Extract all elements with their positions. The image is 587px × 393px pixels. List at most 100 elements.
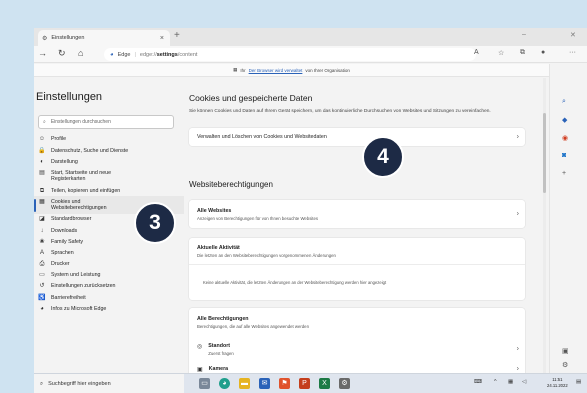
url-prefix: edge:// xyxy=(139,51,157,58)
sidebar-layout-icon[interactable]: ▣ xyxy=(562,347,569,355)
scrollbar[interactable] xyxy=(543,78,546,373)
file-explorer-icon[interactable]: ▬ xyxy=(239,378,250,389)
settings-taskbar-icon[interactable]: ⚙ xyxy=(339,378,350,389)
recent-activity-subtitle: Die letzten an den Websiteberechtigungen… xyxy=(197,252,336,258)
sidebar-item-label: Standardbrowser xyxy=(51,216,92,223)
favorites-icon[interactable]: ☆ xyxy=(498,49,504,57)
excel-icon[interactable]: X xyxy=(319,378,330,389)
clock-date: 24.11.2022 xyxy=(547,383,568,388)
sidebar-item-privacy[interactable]: 🔒 Datenschutz, Suche und Dienste xyxy=(34,145,184,156)
sidebar-item-system[interactable]: ▭ System und Leistung xyxy=(34,270,184,281)
language-icon: A xyxy=(39,249,44,256)
profile-avatar-icon[interactable]: ● xyxy=(541,49,545,56)
reset-icon: ↺ xyxy=(39,283,45,290)
scrollbar-thumb[interactable] xyxy=(543,113,546,193)
settings-main: Cookies und gespeicherte Daten Sie könne… xyxy=(189,78,529,378)
sidebar-item-label: Drucker xyxy=(51,261,70,268)
taskbar-search-input[interactable]: ⌕ Suchbegriff hier eingeben xyxy=(34,374,184,393)
sidebar-item-label: Datenschutz, Suche und Dienste xyxy=(51,147,129,154)
lock-icon: 🔒 xyxy=(38,147,46,154)
step-3-badge: 3 xyxy=(134,202,176,244)
url-strong: settings xyxy=(156,51,178,58)
all-sites-subtitle: Anzeigen von Berechtigungen für von Ihne… xyxy=(197,215,319,221)
info-prefix: Ihr xyxy=(240,67,246,73)
search-icon: ⌕ xyxy=(40,380,44,387)
appearance-icon: ◐ xyxy=(40,158,44,165)
recent-activity-empty: Keine aktuelle Aktivität, die letzten Än… xyxy=(203,280,387,285)
minimize-icon[interactable]: – xyxy=(522,31,526,38)
task-view-icon[interactable]: ▭ xyxy=(199,378,210,389)
add-icon[interactable]: + xyxy=(562,170,566,177)
sidebar-item-start[interactable]: ▤ Start, Startseite und neue Registerkart… xyxy=(34,168,184,186)
location-title: Standort xyxy=(208,342,231,349)
tray-chevron-icon[interactable]: ^ xyxy=(494,379,497,385)
outlook-icon[interactable]: ◙ xyxy=(562,152,566,159)
collections-icon[interactable]: ⧉ xyxy=(520,49,525,57)
system-icon: ▭ xyxy=(39,272,45,279)
all-sites-card[interactable]: Alle Websites Anzeigen von Berechtigunge… xyxy=(189,200,525,228)
edge-sidebar: ⌕ ◆ ◉ ◙ + ▣ ⚙ xyxy=(549,64,587,373)
printer-icon: ⎙ xyxy=(39,261,45,268)
managed-link[interactable]: Der Browser wird verwaltet xyxy=(249,68,303,73)
refresh-icon[interactable]: ↻ xyxy=(58,48,66,59)
address-bar[interactable]: ◕ Edge | edge://settings/content xyxy=(104,48,476,61)
sidebar-item-reset[interactable]: ↺ Einstellungen zurücksetzen xyxy=(34,281,184,292)
home-icon[interactable]: ⌂ xyxy=(78,48,83,58)
share-icon: ⧉ xyxy=(39,187,45,194)
settings-title: Einstellungen xyxy=(36,91,103,103)
search-icon: ⌕ xyxy=(43,119,46,125)
sidebar-item-label: Teilen, kopieren und einfügen xyxy=(51,187,121,194)
site-badge: Edge xyxy=(117,51,131,58)
sidebar-item-printer[interactable]: ⎙ Drucker xyxy=(34,259,184,270)
back-icon[interactable]: → xyxy=(38,48,47,58)
close-window-icon[interactable]: ✕ xyxy=(570,31,576,39)
building-icon: ▦ xyxy=(233,67,238,72)
search-icon[interactable]: ⌕ xyxy=(562,98,566,106)
cookies-icon: ▦ xyxy=(39,198,45,205)
manage-cookies-card[interactable]: Verwalten und Löschen von Cookies und We… xyxy=(189,128,525,146)
network-icon[interactable]: ▦ xyxy=(508,379,513,385)
all-permissions-card: Alle Berechtigungen Berechtigungen, die … xyxy=(189,308,525,378)
step-4-badge: 4 xyxy=(362,136,404,178)
sidebar-item-languages[interactable]: A Sprachen xyxy=(34,248,184,259)
address-row: → ↻ ⌂ ◕ Edge | edge://settings/content A… xyxy=(34,46,587,63)
recent-activity-title: Aktuelle Aktivität xyxy=(197,244,240,251)
more-menu-icon[interactable]: ··· xyxy=(569,49,576,56)
powerpoint-icon[interactable]: P xyxy=(299,378,310,389)
office-icon[interactable]: ◉ xyxy=(562,134,568,142)
recent-activity-card: Aktuelle Aktivität Die letzten an den We… xyxy=(189,238,525,300)
notification-icon[interactable]: ▤ xyxy=(576,379,581,385)
camera-title: Kamera xyxy=(208,366,229,372)
sidebar-item-label: Downloads xyxy=(51,227,78,234)
mail-icon[interactable]: ✉ xyxy=(259,378,270,389)
profile-icon: ☺ xyxy=(38,136,46,143)
settings-search-input[interactable]: ⌕ Einstellungen durchsuchen xyxy=(38,115,174,129)
all-permissions-title: Alle Berechtigungen xyxy=(197,315,249,322)
taskbar-clock[interactable]: 11:51 24.11.2022 xyxy=(547,377,568,389)
camera-icon: ▣ xyxy=(197,366,203,373)
sidebar-item-profile[interactable]: ☺ Profile xyxy=(34,134,184,145)
app-icon[interactable]: ⚑ xyxy=(279,378,290,389)
sidebar-item-label: Einstellungen zurücksetzen xyxy=(51,283,116,290)
download-icon: ↓ xyxy=(40,227,44,234)
volume-icon[interactable]: ◁ xyxy=(522,379,526,385)
sidebar-item-appearance[interactable]: ◐ Darstellung xyxy=(34,156,184,167)
keyboard-icon[interactable]: ⌨ xyxy=(474,379,482,385)
sidebar-item-share[interactable]: ⧉ Teilen, kopieren und einfügen xyxy=(34,185,184,196)
sidebar-item-about[interactable]: ◕ Infos zu Microsoft Edge xyxy=(34,303,184,314)
sidebar-settings-icon[interactable]: ⚙ xyxy=(562,361,568,369)
cookies-description: Sie können Cookies und Daten auf Ihrem G… xyxy=(189,109,491,114)
edge-taskbar-icon[interactable]: ◕ xyxy=(219,378,230,389)
info-suffix: von Ihrer Organisation xyxy=(305,67,350,73)
chevron-right-icon: › xyxy=(516,365,519,373)
new-tab-button[interactable]: + xyxy=(174,30,180,41)
sidebar-item-label: Profile xyxy=(51,136,67,143)
chevron-right-icon: › xyxy=(516,133,519,141)
tab-settings[interactable]: ⚙ Einstellungen × xyxy=(38,30,170,46)
read-aloud-icon[interactable]: A xyxy=(474,49,479,56)
close-tab-icon[interactable]: × xyxy=(160,35,164,42)
shopping-icon[interactable]: ◆ xyxy=(562,116,567,124)
all-sites-title: Alle Websites xyxy=(197,207,232,214)
sidebar-item-accessibility[interactable]: ♿ Barrierefreiheit xyxy=(34,292,184,303)
location-permission-row[interactable]: ◎ Standort Zuerst fragen › xyxy=(189,336,525,362)
